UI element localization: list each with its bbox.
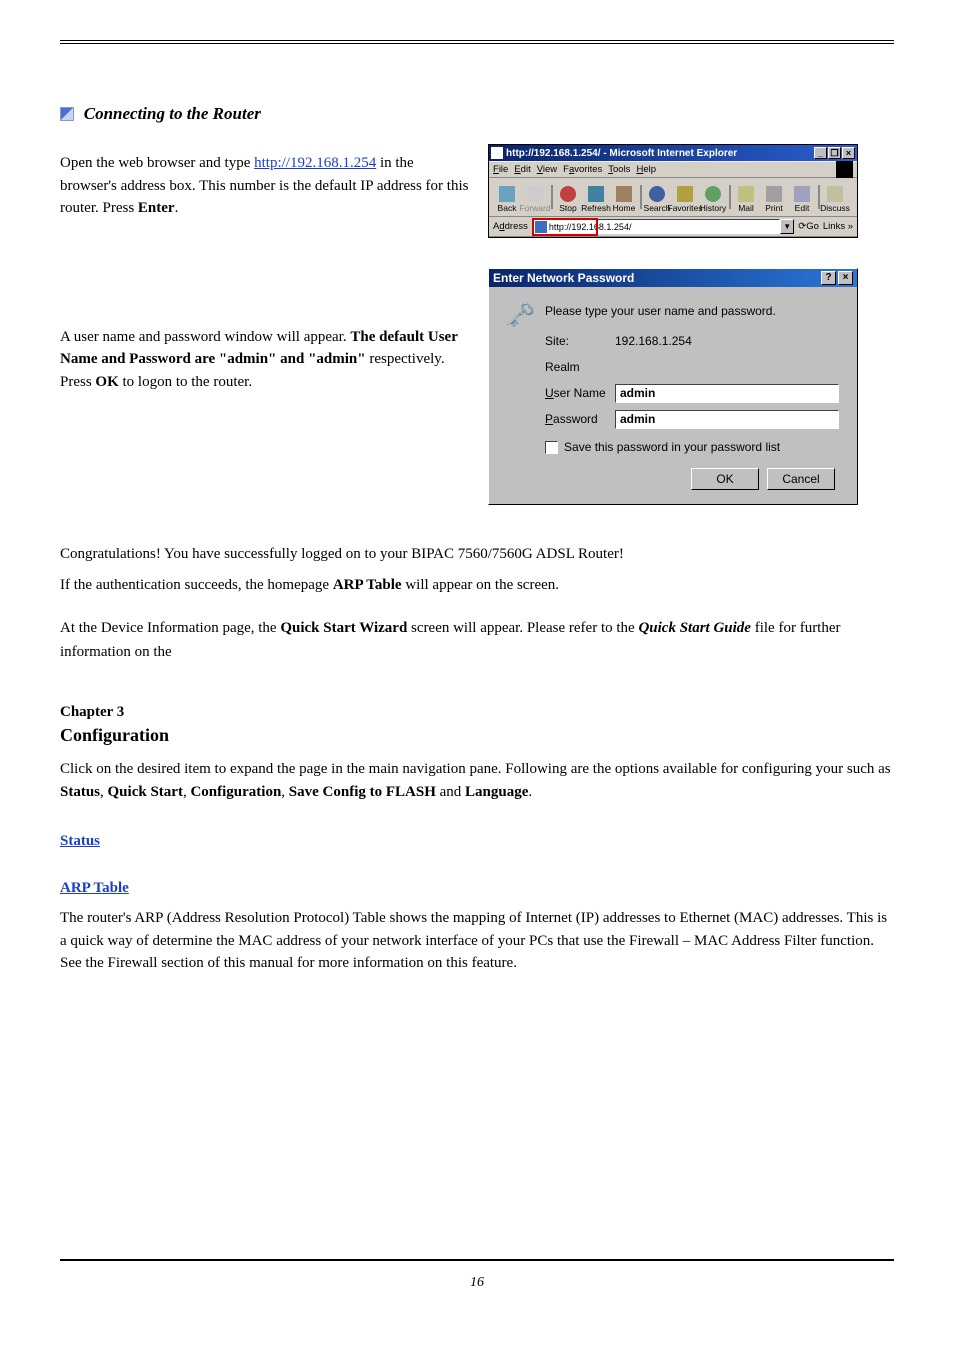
- chapter-number: Chapter 3: [60, 704, 894, 721]
- password-label: Password: [545, 412, 615, 426]
- close-button[interactable]: ×: [842, 147, 855, 159]
- save-password-label: Save this password in your password list: [564, 440, 780, 454]
- dialog-titlebar: Enter Network Password ? ×: [489, 269, 857, 287]
- password-input[interactable]: admin: [615, 410, 839, 429]
- maximize-button[interactable]: ❐: [828, 147, 841, 159]
- header-rule: [60, 40, 894, 44]
- history-button[interactable]: History: [699, 180, 727, 214]
- congrats-text: Congratulations! You have successfully l…: [60, 543, 894, 566]
- menu-view[interactable]: View: [537, 164, 557, 175]
- home-icon: [616, 186, 632, 202]
- address-bar: Address http://192.168.1.254/ ▼ ⟳Go Link…: [489, 217, 857, 237]
- arp-note: If the authentication succeeds, the home…: [60, 574, 894, 597]
- minimize-button[interactable]: _: [814, 147, 827, 159]
- left-column: Open the web browser and type http://192…: [60, 144, 470, 505]
- print-icon: [766, 186, 782, 202]
- address-text: http://192.168.1.254/: [549, 222, 779, 232]
- bullet-icon: [60, 107, 74, 121]
- ok-button[interactable]: OK: [691, 468, 759, 490]
- realm-label: Realm: [545, 360, 615, 374]
- menu-help[interactable]: Help: [636, 164, 656, 175]
- username-label: User Name: [545, 386, 615, 400]
- search-icon: [649, 186, 665, 202]
- section-title: Connecting to the Router: [84, 104, 261, 123]
- save-password-checkbox[interactable]: [545, 441, 558, 454]
- mail-button[interactable]: Mail: [732, 180, 760, 214]
- menu-edit[interactable]: Edit: [514, 164, 530, 175]
- stop-icon: [560, 186, 576, 202]
- address-input[interactable]: http://192.168.1.254/: [532, 219, 780, 234]
- menu-tools[interactable]: Tools: [608, 164, 630, 175]
- quick-start-note: At the Device Information page, the Quic…: [60, 616, 894, 664]
- username-input[interactable]: admin: [615, 384, 839, 403]
- arp-body: The router's ARP (Address Resolution Pro…: [60, 907, 894, 975]
- section-heading: Connecting to the Router: [60, 104, 894, 124]
- home-button[interactable]: Home: [610, 180, 638, 214]
- dialog-close-button[interactable]: ×: [838, 271, 853, 285]
- links-button[interactable]: Links »: [823, 221, 853, 232]
- default-ip-link[interactable]: http://192.168.1.254: [254, 155, 376, 171]
- refresh-icon: [588, 186, 604, 202]
- forward-icon: [527, 186, 543, 202]
- window-titlebar: http://192.168.1.254/ - Microsoft Intern…: [489, 145, 857, 161]
- refresh-button[interactable]: Refresh: [582, 180, 610, 214]
- discuss-icon: [827, 186, 843, 202]
- chapter-title: Configuration: [60, 725, 894, 746]
- address-dropdown[interactable]: ▼: [780, 219, 794, 234]
- stop-button[interactable]: Stop: [554, 180, 582, 214]
- footer-rule: [60, 1259, 894, 1261]
- menu-favorites[interactable]: Favorites: [563, 164, 602, 175]
- ie-brand-icon: [836, 161, 853, 178]
- toolbar: Back Forward Stop Refresh Home Search Fa…: [489, 177, 857, 217]
- edit-icon: [794, 186, 810, 202]
- favorites-icon: [677, 186, 693, 202]
- back-button[interactable]: Back: [493, 180, 521, 214]
- edit-button[interactable]: Edit: [788, 180, 816, 214]
- browser-window: http://192.168.1.254/ - Microsoft Intern…: [488, 144, 858, 238]
- site-label: Site:: [545, 334, 615, 348]
- cancel-button[interactable]: Cancel: [767, 468, 835, 490]
- print-button[interactable]: Print: [760, 180, 788, 214]
- favorites-button[interactable]: Favorites: [671, 180, 699, 214]
- back-icon: [499, 186, 515, 202]
- page-number: 16: [0, 1275, 954, 1291]
- intro-paragraph: Open the web browser and type http://192…: [60, 152, 470, 220]
- dialog-prompt: Please type your user name and password.: [545, 304, 839, 318]
- auth-instruction: A user name and password window will app…: [60, 326, 470, 394]
- address-label: Address: [493, 221, 528, 232]
- go-button[interactable]: ⟳Go: [798, 221, 819, 232]
- password-dialog: Enter Network Password ? × 🗝️ Please typ…: [488, 268, 858, 505]
- window-title: http://192.168.1.254/ - Microsoft Intern…: [506, 148, 813, 159]
- ie-logo-small: [491, 147, 503, 159]
- menu-file[interactable]: File: [493, 164, 508, 175]
- discuss-button[interactable]: Discuss: [821, 180, 849, 214]
- arp-heading-link[interactable]: ARP Table: [60, 880, 894, 897]
- mail-icon: [738, 186, 754, 202]
- help-button[interactable]: ?: [821, 271, 836, 285]
- page-icon: [535, 221, 547, 233]
- dialog-title: Enter Network Password: [493, 271, 819, 285]
- menu-bar: File Edit View Favorites Tools Help: [489, 161, 857, 177]
- site-value: 192.168.1.254: [615, 334, 692, 348]
- status-heading-link[interactable]: Status: [60, 833, 894, 850]
- history-icon: [705, 186, 721, 202]
- chapter-intro: Click on the desired item to expand the …: [60, 758, 894, 803]
- forward-button[interactable]: Forward: [521, 180, 549, 214]
- key-icon: 🗝️: [505, 301, 533, 329]
